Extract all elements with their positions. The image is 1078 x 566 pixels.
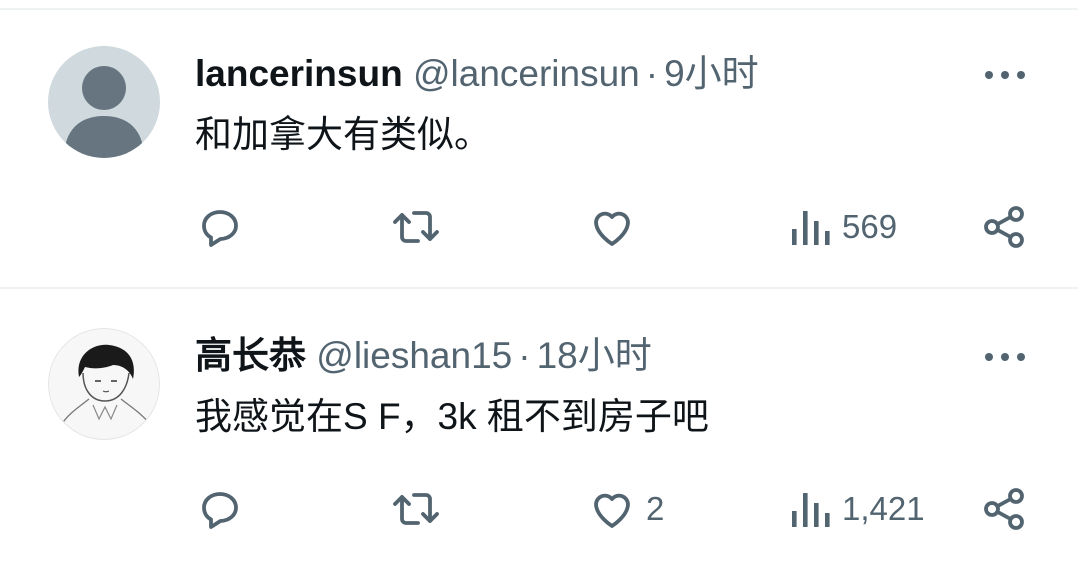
views-bar-chart-icon [792,493,830,527]
sketch-portrait-avatar [60,344,152,426]
reply-button[interactable] [196,484,244,534]
tweet-divider [0,287,1078,289]
tweet-text: 我感觉在S F，3k 租不到房子吧 [195,396,709,437]
share-button[interactable] [980,202,1028,252]
like-button[interactable]: 2 [588,484,664,534]
like-count: 2 [646,490,665,527]
more-options-icon[interactable] [985,342,1025,372]
tweet-text: 和加拿大有类似。 [195,114,491,155]
more-options-icon[interactable] [985,60,1025,90]
separator-dot: · [518,335,531,376]
action-bar: 2 1,421 [0,484,1078,534]
action-bar: 569 [0,202,1078,252]
share-button[interactable] [980,484,1028,534]
avatar[interactable] [48,46,160,158]
views-bar-chart-icon [792,211,830,245]
heart-icon [594,211,630,246]
timestamp[interactable]: 9小时 [664,53,759,94]
heart-icon [594,493,630,528]
reply-icon [202,492,238,529]
retweet-button[interactable] [390,484,442,534]
separator-dot: · [645,53,659,94]
views-button[interactable]: 569 [788,202,897,252]
retweet-icon [393,211,439,243]
like-button[interactable] [588,202,646,252]
retweet-button[interactable] [390,202,442,252]
timestamp[interactable]: 18小时 [537,335,652,376]
user-handle[interactable]: @lieshan15 [316,335,512,376]
reply-button[interactable] [196,202,244,252]
user-handle[interactable]: @lancerinsun [413,53,640,94]
display-name[interactable]: 高长恭 [195,335,306,376]
share-icon [984,488,1024,530]
display-name[interactable]: lancerinsun [195,53,403,94]
retweet-icon [393,493,439,525]
tweet[interactable]: lancerinsun @lancerinsun·9小时 和加拿大有类似。 [0,14,1078,284]
reply-icon [202,210,238,247]
avatar[interactable] [48,328,160,440]
share-icon [984,206,1024,248]
views-button[interactable]: 1,421 [788,484,925,534]
views-count: 569 [842,208,898,245]
tweet-header: lancerinsun @lancerinsun · 9小时 [195,52,759,96]
tweet[interactable]: 高长恭 @lieshan15 · 18小时 我感觉在S F，3k 租不到房子吧 2 [0,296,1078,566]
tweet-header: 高长恭 @lieshan15 · 18小时 [195,334,652,378]
default-avatar-icon [64,66,144,158]
top-divider [0,8,1078,10]
views-count: 1,421 [842,490,925,527]
